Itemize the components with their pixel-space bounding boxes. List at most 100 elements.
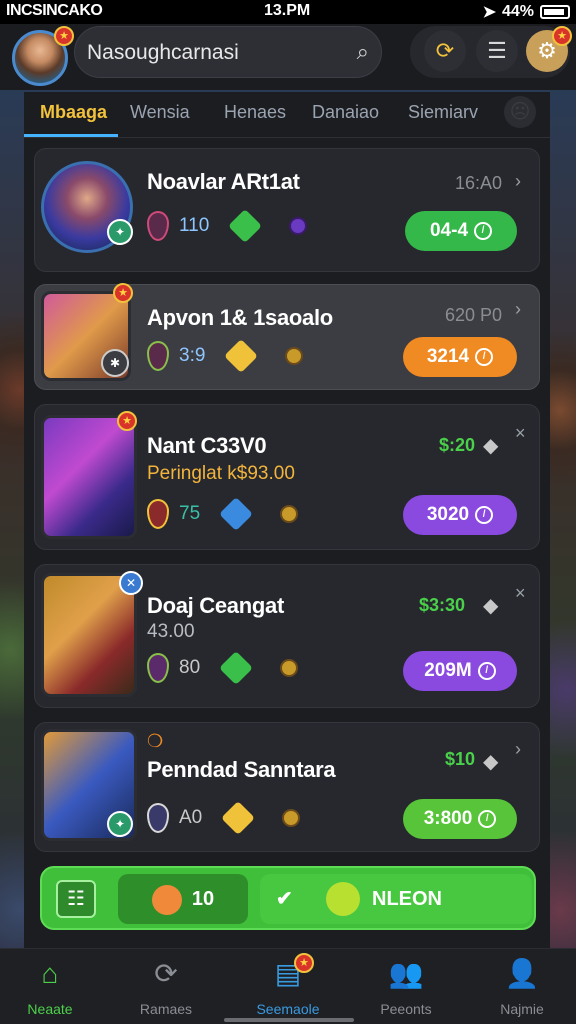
crystal-icon xyxy=(224,339,259,373)
hero-value: $3:30 xyxy=(419,595,466,615)
tab-wensia[interactable]: Wensia xyxy=(130,102,190,123)
diamond-icon: ◆ xyxy=(483,751,499,773)
hero-subtitle: Peringlat k$93.00 xyxy=(147,463,295,484)
smiley-icon xyxy=(326,882,360,916)
coin-icon xyxy=(285,347,304,365)
profile-icon: 👤 xyxy=(504,958,540,989)
nav-najmie[interactable]: 👤 Najmie xyxy=(482,955,562,1017)
hero-value: $:20 xyxy=(439,435,476,455)
flame-icon: ❍ xyxy=(147,731,164,751)
list-icon[interactable]: ☰ xyxy=(476,30,518,72)
hero-name: Doaj Ceangat xyxy=(147,593,284,618)
buy-button[interactable]: 3:800 / xyxy=(403,799,517,839)
hero-subtitle: 43.00 xyxy=(147,621,195,642)
hero-name: Nant C33V0 xyxy=(147,433,267,458)
search-icon[interactable]: ⌕ xyxy=(357,39,369,65)
close-icon[interactable]: × xyxy=(515,583,526,604)
hero-stats: 80 xyxy=(147,651,299,685)
search-text: Nasoughcarnasi xyxy=(87,41,239,64)
gem-icon xyxy=(147,211,169,241)
clock: 13.PM xyxy=(264,2,311,19)
search-bar[interactable]: Nasoughcarnasi ⌕ xyxy=(74,26,382,78)
location-icon: ➤ xyxy=(482,4,496,21)
chevron-right-icon[interactable]: › xyxy=(515,299,521,320)
stat-value: 75 xyxy=(179,503,201,524)
status-bar: INCSINCAKO 13.PM ➤ 44% xyxy=(0,0,576,24)
list-item[interactable]: ✕ Doaj Ceangat 43.00 $3:30 ◆ × 80 209M / xyxy=(34,564,540,708)
nav-label: Peeonts xyxy=(380,1001,432,1017)
chevron-right-icon[interactable]: › xyxy=(515,171,521,192)
hero-name: Penndad Sanntara xyxy=(147,757,336,782)
list-item[interactable]: ★ ✱ Apvon 1& 1saoalo 620 P0 › 3:9 3214 / xyxy=(34,283,540,390)
category-tabs: Mbaaga Wensia Henaes Danaiao Siemiarv ☹ xyxy=(24,92,550,138)
action-bar: ☷ 10 ✔ NLEON xyxy=(40,866,536,930)
tab-danaiao[interactable]: Danaiao xyxy=(312,102,379,123)
nav-label: Najmie xyxy=(500,1001,544,1017)
coin-icon xyxy=(282,809,301,827)
coin-icon xyxy=(280,505,299,523)
buy-button[interactable]: 3214 / xyxy=(403,337,517,377)
class-badge-icon: ✦ xyxy=(107,811,133,837)
battery-percent: 44% xyxy=(501,3,534,20)
currency-icon: / xyxy=(478,809,497,828)
hero-portrait xyxy=(41,415,137,539)
tab-henaes[interactable]: Henaes xyxy=(224,102,286,123)
currency-icon: / xyxy=(475,347,494,366)
close-icon[interactable]: × xyxy=(515,423,526,444)
bottom-nav: ⌂ Neaate ⟳ Ramaes ▤ Seemaole ★ 👥 Peeonts… xyxy=(0,948,576,1024)
list-item[interactable]: ✦ ❍ Penndad Sanntara $10 ◆ › A0 3:800 / xyxy=(34,722,540,852)
notification-badge-icon: ★ xyxy=(54,26,74,46)
buy-button-label: 04-4 xyxy=(429,220,469,241)
hot-badge-icon: ★ xyxy=(113,283,133,303)
hero-name: Noavlar ARt1at xyxy=(147,169,300,194)
nav-ramaes[interactable]: ⟳ Ramaes xyxy=(126,955,206,1017)
carrier-label: INCSINCAKO xyxy=(6,2,103,19)
list-item[interactable]: ★ Nant C33V0 Peringlat k$93.00 $:20 ◆ × … xyxy=(34,404,540,550)
orb-icon xyxy=(289,217,308,235)
list-item[interactable]: ✦ Noavlar ARt1at 16:A0 › 110 04-4 / xyxy=(34,148,540,272)
stat-value: A0 xyxy=(179,807,203,828)
sad-face-icon[interactable]: ☹ xyxy=(504,96,536,128)
tab-mbaaga[interactable]: Mbaaga xyxy=(40,102,107,123)
menu-button[interactable]: ☷ xyxy=(56,880,96,918)
crystal-icon xyxy=(219,651,254,685)
hero-name: Apvon 1& 1saoalo xyxy=(147,305,333,330)
star-icon xyxy=(221,801,256,835)
check-icon: ✔ xyxy=(276,888,293,910)
buy-button-label: 209M xyxy=(424,660,472,681)
class-badge-icon: ✦ xyxy=(107,219,133,245)
refresh-icon[interactable]: ⟳ xyxy=(424,30,466,72)
hero-value: 16:A0 xyxy=(455,173,503,193)
chat-icon: ▤ xyxy=(274,958,302,989)
crystal-icon xyxy=(219,497,254,531)
nav-peeonts[interactable]: 👥 Peeonts xyxy=(366,955,446,1017)
diamond-icon: ◆ xyxy=(483,595,499,617)
status-right: ➤ 44% xyxy=(483,2,570,22)
hero-value: $10 xyxy=(445,749,476,769)
hero-value: 620 P0 xyxy=(445,305,503,325)
gem-icon xyxy=(147,341,169,371)
counter-panel[interactable]: 10 xyxy=(118,874,248,924)
tab-siemiarv[interactable]: Siemiarv xyxy=(408,102,478,123)
nav-seemaole[interactable]: ▤ Seemaole xyxy=(248,955,328,1017)
settings-badge-icon: ★ xyxy=(552,26,572,46)
buy-button[interactable]: 209M / xyxy=(403,651,517,691)
hero-list: ✦ Noavlar ARt1at 16:A0 › 110 04-4 / ★ ✱ A… xyxy=(24,138,550,948)
diamond-icon: ◆ xyxy=(483,435,499,457)
confirm-label: NLEON xyxy=(372,888,442,910)
stat-value: 110 xyxy=(179,215,210,236)
confirm-button[interactable]: ✔ NLEON xyxy=(260,874,532,924)
active-tab-indicator xyxy=(24,134,118,137)
hero-stats: 3:9 xyxy=(147,339,304,373)
nav-label: Seemaole xyxy=(256,1001,320,1017)
currency-icon: / xyxy=(477,661,496,680)
buy-button[interactable]: 3020 / xyxy=(403,495,517,535)
gem-icon xyxy=(147,499,169,529)
counter-value: 10 xyxy=(191,888,215,910)
currency-icon: / xyxy=(474,221,493,240)
cat-icon xyxy=(151,884,182,915)
nav-home[interactable]: ⌂ Neaate xyxy=(10,955,90,1017)
class-badge-icon: ✱ xyxy=(101,349,129,377)
chevron-down-icon[interactable]: › xyxy=(515,739,521,760)
buy-button[interactable]: 04-4 / xyxy=(405,211,517,251)
